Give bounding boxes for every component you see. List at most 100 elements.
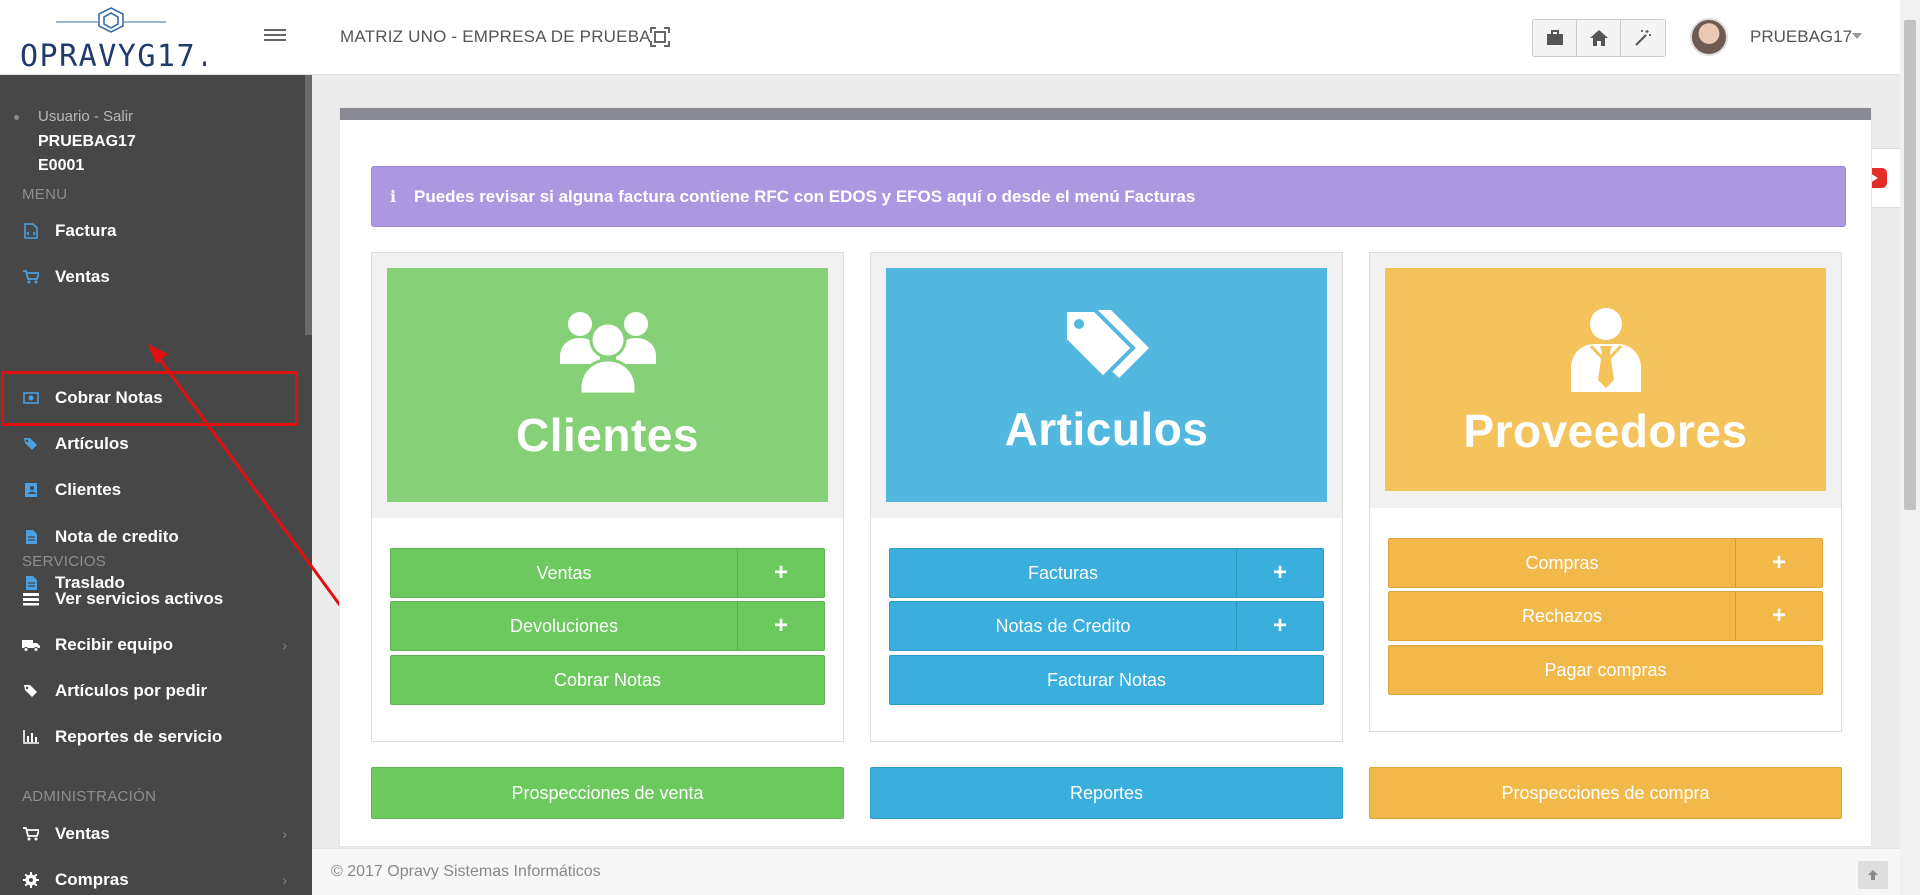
address-book-icon (22, 481, 40, 499)
devoluciones-button[interactable]: Devoluciones (391, 602, 737, 650)
sidebar-scrollbar[interactable] (305, 75, 312, 335)
truck-icon (22, 636, 40, 654)
magic-wand-icon[interactable] (1621, 20, 1665, 56)
compras-row: Compras + (1388, 538, 1823, 588)
sidebar-item-label: Recibir equipo (55, 635, 174, 654)
dashboard-panel: ℹ Puedes revisar si alguna factura conti… (339, 107, 1872, 847)
facturas-button[interactable]: Facturas (890, 549, 1236, 597)
facturar-notas-row: Facturar Notas (889, 655, 1324, 705)
sidebar-item-ventas[interactable]: Ventas (0, 255, 305, 299)
sidebar-item-articulos-por-pedir[interactable]: Artículos por pedir (0, 669, 305, 713)
add-devolucion-button[interactable]: + (737, 602, 824, 650)
page-scrollbar[interactable] (1900, 0, 1920, 895)
rechazos-button[interactable]: Rechazos (1389, 592, 1735, 640)
cobrar-notas-row: Cobrar Notas (390, 655, 825, 705)
chevron-right-icon: › (282, 872, 287, 888)
add-factura-button[interactable]: + (1236, 549, 1323, 597)
ventas-button[interactable]: Ventas (391, 549, 737, 597)
sidebar-item-label: Clientes (55, 480, 122, 499)
tags-icon (22, 682, 40, 700)
articulos-tile[interactable]: Articulos (886, 268, 1327, 502)
pagar-compras-row: Pagar compras (1388, 645, 1823, 695)
sidebar-user-code: E0001 (38, 157, 85, 174)
info-icon: ℹ (390, 188, 397, 206)
file-code-icon (22, 222, 40, 240)
prospecciones-venta-button[interactable]: Prospecciones de venta (371, 767, 844, 819)
gear-icon (22, 871, 40, 889)
devoluciones-row: Devoluciones + (390, 601, 825, 651)
sidebar-item-factura[interactable]: Factura (0, 209, 305, 253)
sidebar-item-admin-compras[interactable]: Compras › (0, 858, 305, 895)
add-venta-button[interactable]: + (737, 549, 824, 597)
quick-actions (1532, 19, 1666, 57)
top-bar: OPRAVYG17.0 MATRIZ UNO - EMPRESA DE PRUE… (0, 0, 1920, 75)
arrow-up-icon (1868, 870, 1878, 880)
logout-link[interactable]: Usuario - Salir (38, 108, 133, 125)
file-text-icon (22, 528, 40, 546)
alert-text: Puedes revisar si alguna factura contien… (414, 186, 1196, 206)
user-menu[interactable]: PRUEBAG17 (1750, 27, 1852, 47)
facturar-notas-button[interactable]: Facturar Notas (890, 656, 1323, 704)
clientes-card: Clientes Ventas + Devoluciones + Cobrar … (371, 252, 844, 742)
chevron-right-icon: › (282, 637, 287, 653)
reportes-button[interactable]: Reportes (870, 767, 1343, 819)
app-logo[interactable]: OPRAVYG17.0 (16, 4, 234, 74)
supplier-icon (1570, 308, 1641, 392)
annotation-arrow (148, 344, 355, 624)
fullscreen-icon[interactable] (648, 25, 672, 49)
prospecciones-compra-button[interactable]: Prospecciones de compra (1369, 767, 1842, 819)
proveedores-tile[interactable]: Proveedores (1385, 268, 1826, 491)
sidebar-item-label: Ventas (55, 267, 110, 286)
info-alert[interactable]: ℹ Puedes revisar si alguna factura conti… (371, 166, 1846, 227)
proveedores-card: Proveedores Compras + Rechazos + Pagar c… (1369, 252, 1842, 732)
articulos-card: Articulos Facturas + Notas de Credito + … (870, 252, 1343, 742)
tile-title: Clientes (516, 409, 699, 461)
svg-text:OPRAVYG17.0: OPRAVYG17.0 (20, 39, 206, 72)
sidebar-user-name: PRUEBAG17 (38, 133, 136, 150)
notas-de-credito-button[interactable]: Notas de Credito (890, 602, 1236, 650)
ventas-row: Ventas + (390, 548, 825, 598)
services-section-header: SERVICIOS (22, 553, 107, 570)
menu-toggle-button[interactable] (262, 26, 288, 48)
sidebar-item-reportes-de-servicio[interactable]: Reportes de servicio (0, 715, 305, 759)
facturas-row: Facturas + (889, 548, 1324, 598)
notas-de-credito-row: Notas de Credito + (889, 601, 1324, 651)
list-icon (22, 590, 40, 608)
cart-icon (22, 825, 40, 843)
add-compra-button[interactable]: + (1735, 539, 1822, 587)
tags-icon (1062, 308, 1149, 381)
cobrar-notas-button[interactable]: Cobrar Notas (391, 656, 824, 704)
add-nota-credito-button[interactable]: + (1236, 602, 1323, 650)
sidebar-item-label: Artículos por pedir (55, 681, 208, 700)
pagar-compras-button[interactable]: Pagar compras (1389, 646, 1822, 694)
admin-section-header: ADMINISTRACIÓN (22, 788, 157, 805)
copyright-text: © 2017 Opravy Sistemas Informáticos (331, 863, 601, 880)
sidebar-item-label: Compras (55, 870, 129, 889)
tile-title: Proveedores (1463, 405, 1748, 457)
scroll-to-top-button[interactable] (1858, 861, 1888, 889)
sidebar-item-admin-ventas[interactable]: Ventas › (0, 812, 305, 856)
chevron-down-icon[interactable] (1852, 33, 1862, 39)
menu-section-header: MENU (22, 186, 68, 203)
sidebar-item-label: Ventas (55, 824, 110, 843)
clientes-tile[interactable]: Clientes (387, 268, 828, 502)
home-icon[interactable] (1577, 20, 1621, 56)
footer: © 2017 Opravy Sistemas Informáticos (312, 848, 1900, 895)
sidebar-item-label: Reportes de servicio (55, 727, 223, 746)
compras-button[interactable]: Compras (1389, 539, 1735, 587)
panel-header-bar (340, 108, 1871, 120)
sidebar-item-label: Factura (55, 221, 117, 240)
chevron-right-icon: › (282, 826, 287, 842)
add-rechazo-button[interactable]: + (1735, 592, 1822, 640)
bar-chart-icon (22, 728, 40, 746)
sidebar-item-label: Artículos (55, 434, 129, 453)
users-icon (559, 312, 656, 396)
scrollbar-thumb[interactable] (1904, 20, 1916, 510)
bullet-icon (14, 115, 19, 120)
tile-title: Articulos (1004, 403, 1209, 455)
user-avatar[interactable] (1690, 18, 1728, 56)
rechazos-row: Rechazos + (1388, 591, 1823, 641)
briefcase-icon[interactable] (1533, 20, 1577, 56)
company-name: MATRIZ UNO - EMPRESA DE PRUEBA (340, 27, 651, 46)
tags-icon (22, 435, 40, 453)
